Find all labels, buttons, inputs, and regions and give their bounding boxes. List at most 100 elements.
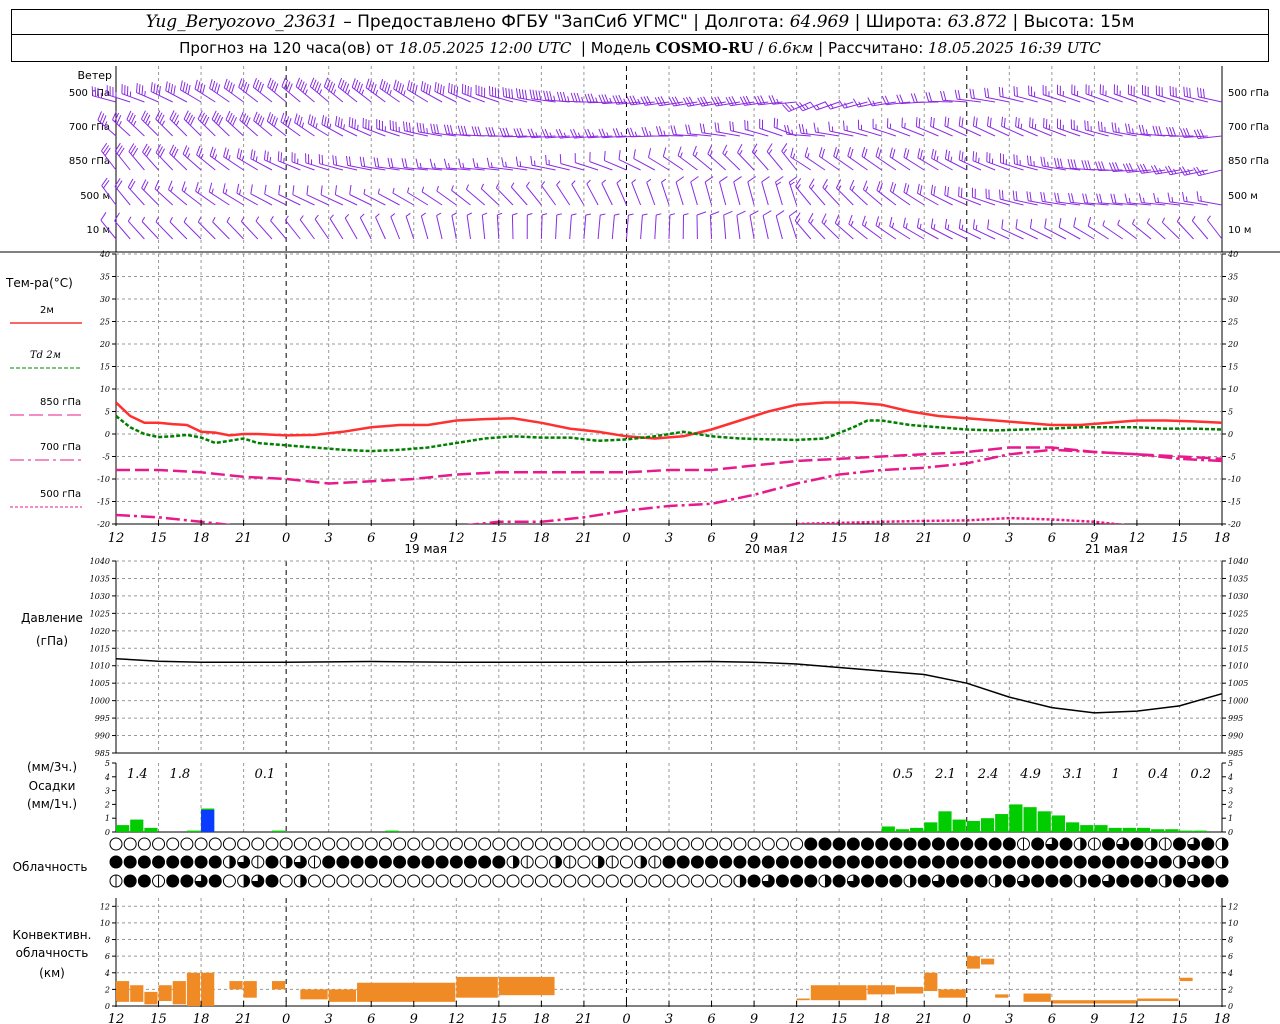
temp-ytick-label: -20 xyxy=(1228,520,1241,529)
precip-3h-total: 1.4 xyxy=(127,767,148,782)
conv-bar xyxy=(938,989,966,998)
conv-xtick-label: 18 xyxy=(193,1012,210,1024)
wind-barb xyxy=(540,213,548,240)
cloud-symbol xyxy=(180,874,194,888)
wind-barb xyxy=(661,178,670,206)
wind-barb xyxy=(270,216,287,240)
wind-barb xyxy=(788,210,798,240)
wind-barb xyxy=(872,118,897,137)
wind-barb xyxy=(631,179,642,206)
temp-ytick-label: 10 xyxy=(1228,385,1238,394)
cloud-symbol xyxy=(832,855,846,869)
cloud-symbol xyxy=(790,837,804,851)
precip-bar-green xyxy=(1023,807,1037,832)
cloud-axis-title: Облачность xyxy=(13,860,88,874)
precip-ytick-label: 4 xyxy=(1227,773,1233,782)
conv-bar xyxy=(357,982,456,1002)
cloud-symbol xyxy=(1059,837,1073,851)
wind-barb xyxy=(574,153,599,171)
wind-barb xyxy=(421,186,443,206)
cloud-symbol xyxy=(960,855,974,869)
wind-barb xyxy=(1001,219,1024,240)
wind-barb xyxy=(250,149,273,171)
wind-barb xyxy=(141,179,159,206)
cloud-symbol xyxy=(322,855,336,869)
temp-ytick-label: -10 xyxy=(1228,475,1241,484)
conv-bar xyxy=(229,981,243,990)
wind-barb xyxy=(295,77,315,103)
wind-barb xyxy=(140,110,159,137)
cloud-symbol xyxy=(506,874,520,888)
pressure-ytick-label: 1000 xyxy=(1228,697,1248,706)
wind-barb xyxy=(1127,84,1152,103)
cloud-symbol xyxy=(662,855,676,869)
wind-barb xyxy=(675,176,685,206)
temp-ytick-label: 40 xyxy=(1227,250,1238,259)
cloud-symbol xyxy=(946,874,960,888)
precip-ytick-label: 3 xyxy=(105,787,110,796)
temp-ytick-label: 35 xyxy=(100,273,110,282)
wind-barb xyxy=(436,212,443,240)
cloud-symbol xyxy=(378,837,392,851)
precip-3h-total: 0.2 xyxy=(1190,767,1211,782)
wind-barb xyxy=(405,212,415,240)
cloud-symbol xyxy=(407,874,421,888)
wind-barb xyxy=(1044,218,1067,240)
wind-barb xyxy=(569,213,577,240)
pressure-ytick-label: 995 xyxy=(1228,714,1243,723)
wind-barb xyxy=(930,116,953,137)
conv-bar xyxy=(456,976,498,998)
conv-bar xyxy=(144,991,158,1005)
conv-axis-title-2: облачность xyxy=(16,946,89,960)
wind-barb xyxy=(887,118,911,137)
precip-unit-top: (мм/3ч.) xyxy=(27,760,77,774)
temp-ytick-label: 20 xyxy=(99,340,110,349)
wind-barb xyxy=(930,184,953,206)
cloud-symbol xyxy=(619,874,633,888)
precip-bar-blue xyxy=(201,809,215,832)
cloud-symbol-fill xyxy=(1222,838,1228,850)
precip-bar-green xyxy=(1151,829,1165,832)
precip-bar-green xyxy=(966,820,980,832)
cloud-symbol xyxy=(875,837,889,851)
wind-barb xyxy=(798,123,826,137)
cloud-symbol xyxy=(208,874,222,888)
wind-barb xyxy=(998,86,1024,103)
cloud-symbol xyxy=(449,837,463,851)
wind-barb xyxy=(1166,127,1194,137)
cloud-symbol xyxy=(1144,874,1158,888)
temp-xtick-label: 21 xyxy=(575,531,593,546)
temp-xtick-label: 0 xyxy=(963,531,971,546)
conv-xtick-label: 21 xyxy=(234,1012,252,1024)
cloud-symbol xyxy=(393,837,407,851)
wind-barb xyxy=(208,182,230,206)
precip-3h-total: 2.1 xyxy=(934,767,956,782)
wind-barb xyxy=(1182,191,1208,206)
cloud-symbol xyxy=(520,874,534,888)
wind-barb xyxy=(434,81,457,103)
cloud-symbol xyxy=(492,855,506,869)
wind-barb xyxy=(154,179,174,206)
conv-bar xyxy=(867,985,895,995)
cloud-symbol xyxy=(265,874,279,888)
cloud-symbol xyxy=(208,855,222,869)
wind-barb xyxy=(857,119,882,137)
cloud-symbol xyxy=(166,837,180,851)
wind-barb xyxy=(236,183,259,206)
conv-bar xyxy=(1179,977,1193,982)
day-label: 19 мая xyxy=(404,542,447,556)
cloud-symbol xyxy=(152,837,166,851)
wind-barb xyxy=(211,110,230,137)
cloud-symbol xyxy=(152,855,166,869)
wind-barb xyxy=(822,178,840,206)
cloud-symbol xyxy=(889,874,903,888)
cloud-symbol xyxy=(166,855,180,869)
wind-barb xyxy=(1099,84,1123,103)
temp-xtick-label: 15 xyxy=(150,531,167,546)
pressure-ytick-label: 1015 xyxy=(90,644,110,653)
wind-barb xyxy=(375,213,386,240)
wind-level-label: 500 м xyxy=(80,191,110,202)
cloud-symbol xyxy=(322,874,336,888)
cloud-symbol xyxy=(463,874,477,888)
precip-ytick-label: 0 xyxy=(105,828,110,837)
